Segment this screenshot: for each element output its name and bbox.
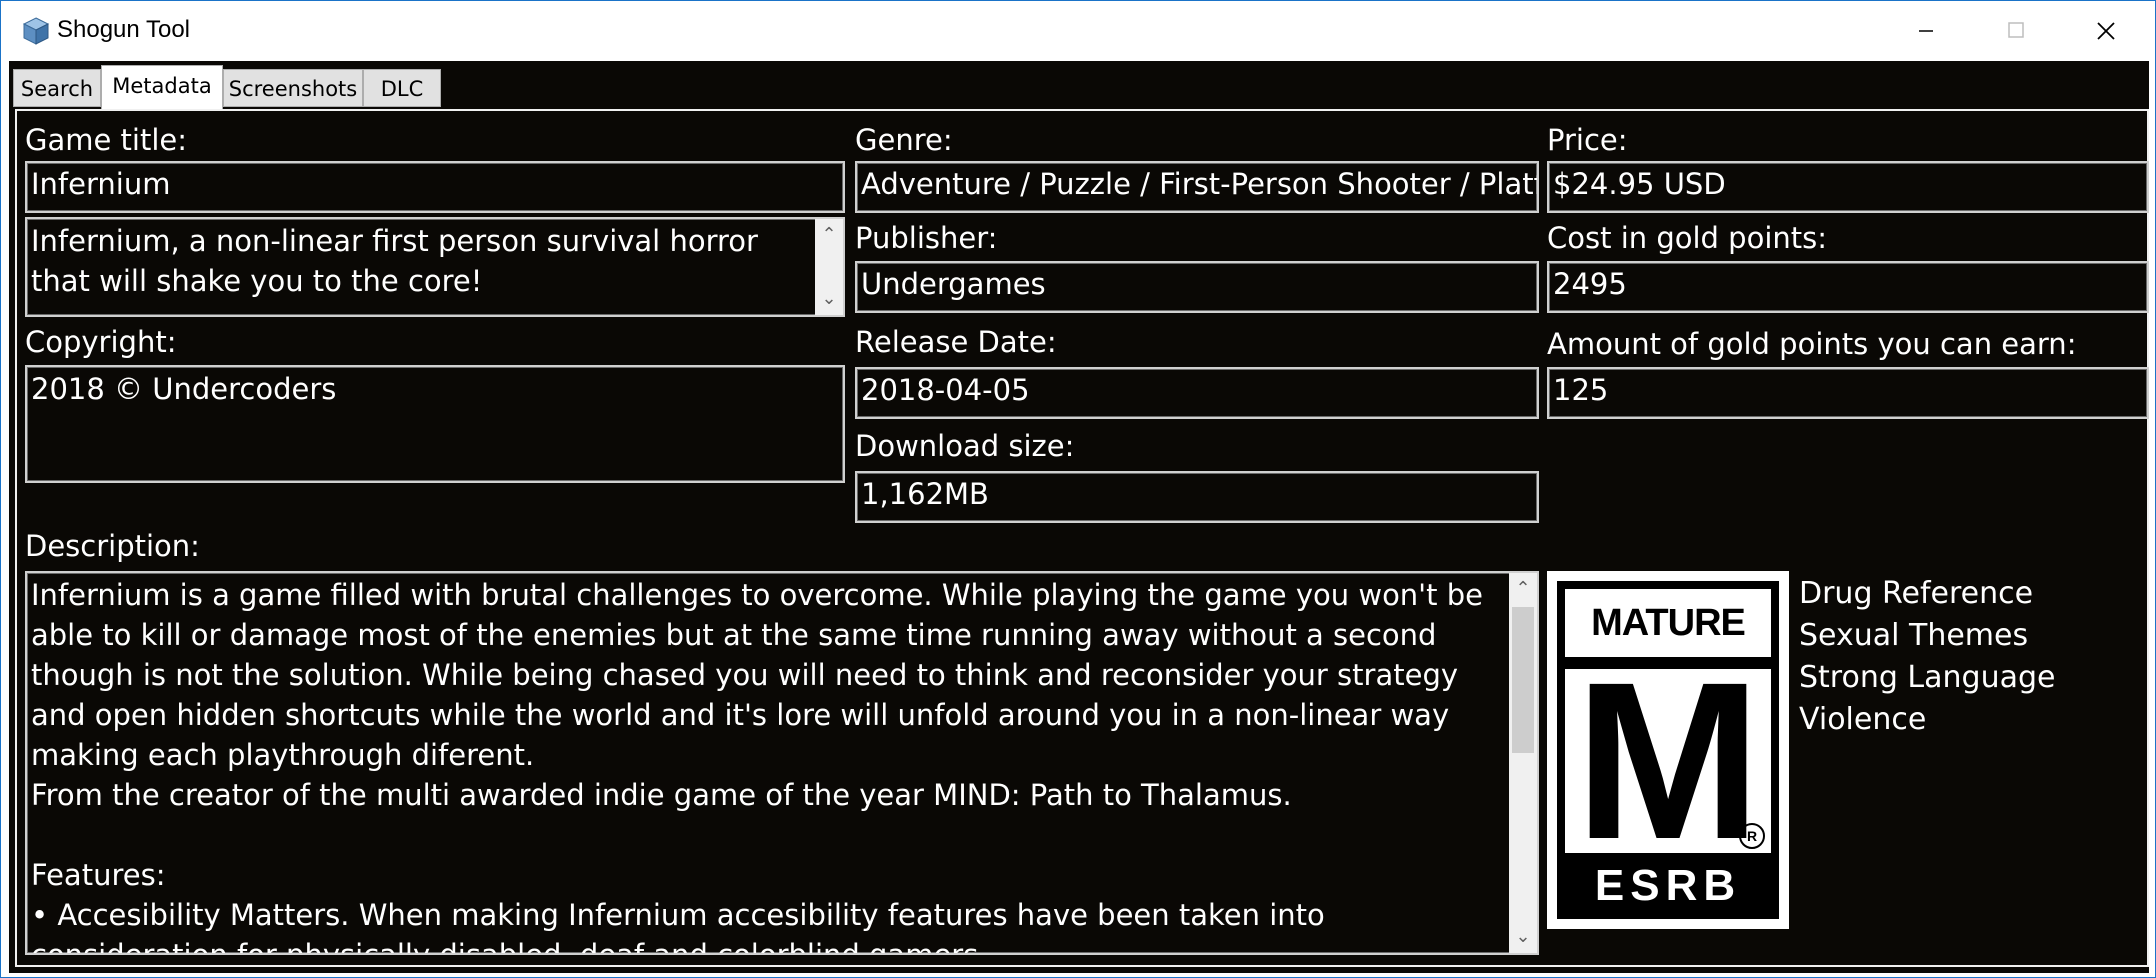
price-label: Price: [1547, 123, 1628, 157]
gold-earn-field[interactable]: 125 [1547, 367, 2149, 419]
maximize-button[interactable] [1971, 1, 2061, 61]
publisher-label: Publisher: [855, 221, 998, 255]
description-text: Infernium is a game filled with brutal c… [31, 578, 1483, 955]
metadata-panel: Game title: Infernium Infernium, a non-l… [15, 109, 2149, 967]
release-date-field[interactable]: 2018-04-05 [855, 367, 1539, 419]
minimize-button[interactable] [1881, 1, 1971, 61]
app-window: Shogun Tool Search Metadata Screenshots … [0, 0, 2156, 978]
download-size-field[interactable]: 1,162MB [855, 471, 1539, 523]
tab-metadata[interactable]: Metadata [101, 65, 223, 109]
esrb-rating-badge: MATURE 17+ M R ESRB [1547, 571, 1789, 929]
gold-cost-field[interactable]: 2495 [1547, 261, 2149, 313]
price-field[interactable]: $24.95 USD [1547, 161, 2149, 213]
app-cube-icon [22, 17, 50, 45]
gold-earn-label: Amount of gold points you can earn: [1547, 327, 2077, 361]
tagline-text: Infernium, a non-linear first person sur… [31, 224, 758, 298]
genre-field[interactable]: Adventure / Puzzle / First-Person Shoote… [855, 161, 1539, 213]
window-title: Shogun Tool [57, 16, 191, 43]
title-bar[interactable]: Shogun Tool [1, 1, 2155, 61]
copyright-label: Copyright: [25, 325, 177, 359]
minimize-icon [1919, 30, 1933, 32]
scrollbar-thumb[interactable] [1512, 607, 1534, 753]
descriptor-item: Violence [1799, 702, 1927, 737]
tagline-scrollbar[interactable]: ⌃ ⌄ [815, 219, 843, 315]
gold-cost-label: Cost in gold points: [1547, 221, 1828, 255]
chevron-up-icon[interactable]: ⌃ [815, 219, 843, 251]
maximize-icon [2008, 22, 2024, 38]
publisher-field[interactable]: Undergames [855, 261, 1539, 313]
esrb-logo-text: ESRB [1594, 861, 1742, 910]
esrb-age-label: MATURE 17+ [1565, 589, 1771, 712]
game-title-label: Game title: [25, 123, 188, 157]
tab-dlc[interactable]: DLC [363, 69, 441, 107]
game-title-field[interactable]: Infernium [25, 161, 845, 213]
descriptor-item: Sexual Themes [1799, 618, 2029, 653]
client-area: Search Metadata Screenshots DLC Game tit… [9, 61, 2149, 973]
tab-search[interactable]: Search [13, 69, 101, 107]
close-button[interactable] [2061, 1, 2151, 61]
descriptor-item: Strong Language [1799, 660, 2056, 695]
download-size-label: Download size: [855, 429, 1075, 463]
copyright-field[interactable]: 2018 © Undercoders [25, 365, 845, 483]
description-label: Description: [25, 529, 200, 563]
genre-label: Genre: [855, 123, 953, 157]
esrb-letter-box: M R [1565, 669, 1771, 853]
tab-screenshots[interactable]: Screenshots [223, 69, 363, 107]
chevron-up-icon[interactable]: ⌃ [1509, 573, 1537, 605]
chevron-down-icon[interactable]: ⌄ [815, 283, 843, 315]
release-date-label: Release Date: [855, 325, 1057, 359]
description-scrollbar[interactable]: ⌃ ⌄ [1509, 573, 1537, 953]
registered-mark-icon: R [1739, 823, 1765, 849]
description-field[interactable]: Infernium is a game filled with brutal c… [25, 571, 1539, 955]
descriptor-item: Drug Reference [1799, 576, 2034, 611]
tagline-field[interactable]: Infernium, a non-linear first person sur… [25, 217, 845, 317]
close-icon [2097, 22, 2115, 40]
chevron-down-icon[interactable]: ⌄ [1509, 921, 1537, 953]
esrb-letter: M [1574, 669, 1762, 853]
content-descriptors: Drug Reference Sexual Themes Strong Lang… [1799, 573, 2055, 741]
